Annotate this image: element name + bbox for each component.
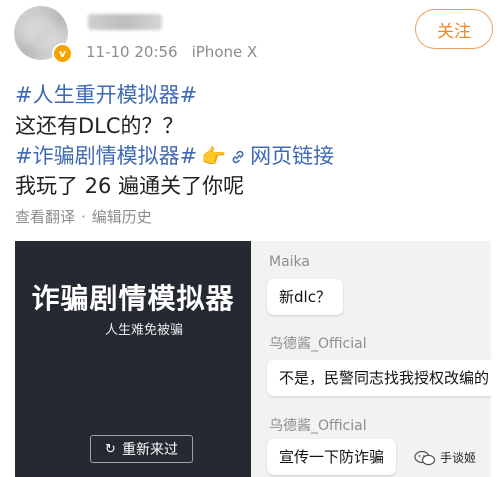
chat-bubble: 宣传一下防诈骗: [267, 439, 397, 475]
post-meta: 11-10 20:56 iPhone X: [86, 43, 257, 61]
separator: ·: [81, 208, 86, 226]
post-line-1: #人生重开模拟器#: [15, 81, 197, 109]
web-link[interactable]: 网页链接: [230, 144, 334, 168]
post-device: iPhone X: [191, 43, 258, 61]
watermark-text: 手谈姬: [440, 451, 477, 465]
post-line-3: #诈骗剧情模拟器# 👉 网页链接: [15, 142, 334, 170]
chat-bubble: 不是，民警同志找我授权改编的: [267, 360, 491, 396]
wechat-icon: [414, 450, 436, 465]
edit-history-link[interactable]: 编辑历史: [92, 208, 152, 226]
follow-button[interactable]: 关注: [415, 9, 493, 49]
link-icon: [232, 150, 244, 164]
chat-bubble: 新dlc？: [267, 279, 343, 315]
verified-badge-icon: v: [52, 43, 73, 64]
username-blurred[interactable]: [88, 14, 162, 30]
post-line-4: 我玩了 26 遍通关了你呢: [15, 174, 245, 198]
hashtag-link[interactable]: #诈骗剧情模拟器#: [15, 144, 197, 168]
pointing-hand-icon: 👉: [201, 144, 227, 168]
chat-sender-name: 乌德酱_Official: [269, 418, 367, 434]
chat-sender-name: 乌德酱_Official: [269, 336, 367, 352]
game-title: 诈骗剧情模拟器: [31, 282, 235, 315]
post-tools: 查看翻译 · 编辑历史: [15, 206, 152, 227]
game-subtitle: 人生难免被骗: [105, 323, 184, 338]
translate-link[interactable]: 查看翻译: [15, 208, 75, 226]
hashtag-link[interactable]: #人生重开模拟器#: [15, 83, 197, 107]
refresh-icon: ↻: [105, 441, 116, 457]
post-line-2: 这还有DLC的？？: [15, 114, 184, 138]
post-time: 11-10 20:56: [86, 43, 178, 61]
chat-sender-name: Maika: [269, 254, 310, 270]
watermark: 手谈姬: [414, 449, 476, 466]
chat-screenshot: Maika 新dlc？ 乌德酱_Official 不是，民警同志找我授权改编的 …: [251, 241, 491, 477]
restart-button: ↻ 重新来过: [90, 435, 193, 463]
restart-label: 重新来过: [121, 442, 178, 458]
post-image[interactable]: 诈骗剧情模拟器 人生难免被骗 ↻ 重新来过 Maika 新dlc？ 乌德酱_Of…: [15, 241, 491, 477]
web-link-label: 网页链接: [250, 144, 335, 168]
game-screenshot: 诈骗剧情模拟器 人生难免被骗 ↻ 重新来过: [15, 241, 251, 477]
